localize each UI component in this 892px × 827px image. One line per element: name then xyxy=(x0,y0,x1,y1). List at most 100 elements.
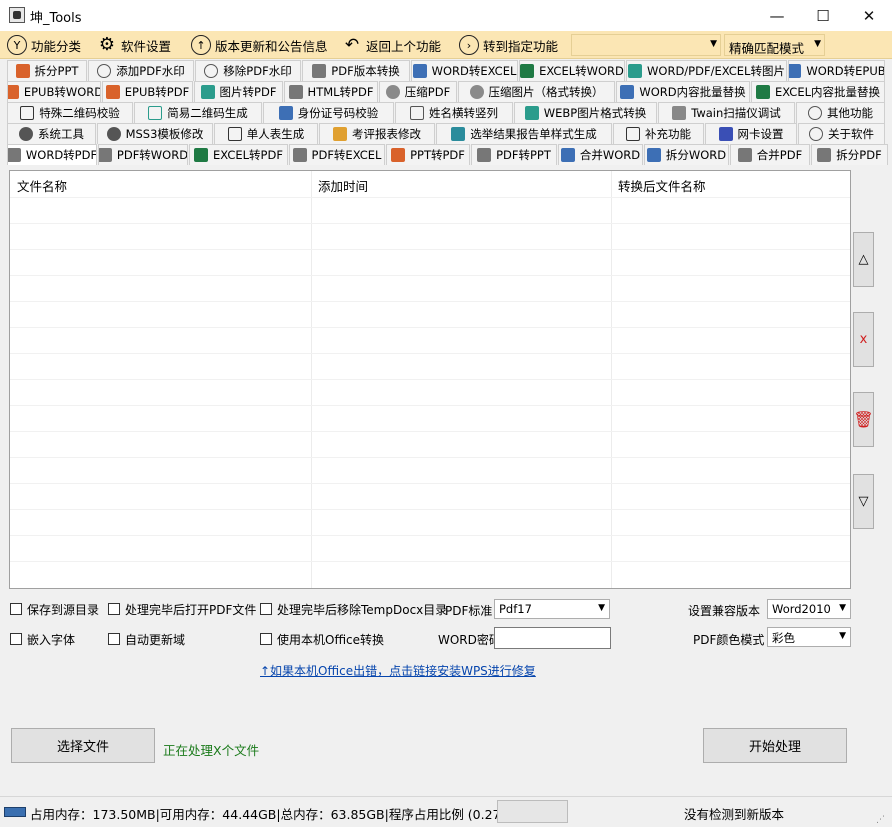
embed-fonts-checkbox[interactable]: 嵌入字体 xyxy=(10,631,75,647)
tab-name-horizontal-to-vertical[interactable]: 姓名横转竖列 xyxy=(395,102,513,123)
save-to-source-checkbox[interactable]: 保存到源目录 xyxy=(10,601,99,617)
tab-evaluation-report-edit[interactable]: 考评报表修改 xyxy=(319,123,435,144)
tab-about-software[interactable]: 关于软件 xyxy=(798,123,885,144)
tab-word-to-epub[interactable]: WORD转EPUB xyxy=(788,60,885,81)
ppt-icon xyxy=(15,64,30,78)
word-icon xyxy=(560,148,575,162)
tab-pdf-to-ppt[interactable]: PDF转PPT xyxy=(471,144,557,165)
move-down-button[interactable]: ▽ xyxy=(853,474,874,529)
tab-compress-pdf[interactable]: 压缩PDF xyxy=(379,81,457,102)
maximize-button[interactable]: ☐ xyxy=(800,0,846,31)
tab-row-1: 拆分PPT 添加PDF水印 移除PDF水印 PDF版本转换 WORD转EXCEL… xyxy=(0,60,892,81)
pdf-standard-label: PDF标准 xyxy=(445,604,493,618)
function-search-combo[interactable]: ▼ xyxy=(571,34,721,56)
tab-pdf-to-excel[interactable]: PDF转EXCEL xyxy=(289,144,385,165)
version-update-button[interactable]: ↑ 版本更新和公告信息 xyxy=(191,31,328,59)
software-settings-button[interactable]: ⚙ 软件设置 xyxy=(97,31,171,59)
file-list-grid[interactable]: 文件名称 添加时间 转换后文件名称 xyxy=(9,170,851,589)
chevron-down-icon: ▼ xyxy=(814,39,821,49)
tab-row-3: 特殊二维码校验 简易二维码生成 身份证号码校验 姓名横转竖列 WEBP图片格式转… xyxy=(0,102,892,123)
tab-ppt-to-pdf[interactable]: PPT转PDF xyxy=(386,144,470,165)
tab-special-qrcode-verify[interactable]: 特殊二维码校验 xyxy=(7,102,133,123)
open-after-checkbox[interactable]: 处理完毕后打开PDF文件 xyxy=(108,601,256,617)
clear-list-button[interactable]: 🗑 xyxy=(853,392,874,447)
image-icon xyxy=(200,85,215,99)
column-header-converted-name[interactable]: 转换后文件名称 xyxy=(611,171,851,197)
tab-other-functions[interactable]: 其他功能 xyxy=(796,102,885,123)
tab-pdf-version-convert[interactable]: PDF版本转换 xyxy=(302,60,410,81)
tab-remove-pdf-watermark[interactable]: 移除PDF水印 xyxy=(195,60,301,81)
network-icon xyxy=(718,127,733,141)
watermark-icon xyxy=(97,64,112,78)
column-header-added-time[interactable]: 添加时间 xyxy=(311,171,611,197)
tab-epub-to-pdf[interactable]: EPUB转PDF xyxy=(102,81,193,102)
update-status-text: 没有检测到新版本 xyxy=(684,807,785,822)
wps-repair-link[interactable]: ↑如果本机Office出错，点击链接安装WPS进行修复 xyxy=(260,662,536,679)
compress-icon xyxy=(385,85,400,99)
column-header-file-name[interactable]: 文件名称 xyxy=(10,171,311,197)
tab-mss3-template-edit[interactable]: MSS3模板修改 xyxy=(97,123,213,144)
compress-icon xyxy=(469,85,484,99)
tab-id-number-verify[interactable]: 身份证号码校验 xyxy=(263,102,394,123)
close-button[interactable]: ✕ xyxy=(846,0,892,31)
tab-word-pdf-excel-to-image[interactable]: WORD/PDF/EXCEL转图片 xyxy=(626,60,787,81)
function-category-label: 功能分类 xyxy=(31,38,82,54)
move-up-button[interactable]: △ xyxy=(853,232,874,287)
excel-icon xyxy=(194,148,209,162)
tab-epub-to-word[interactable]: EPUB转WORD xyxy=(7,81,101,102)
use-local-office-checkbox[interactable]: 使用本机Office转换 xyxy=(260,631,384,647)
match-mode-combo[interactable]: 精确匹配模式 ▼ xyxy=(724,34,825,56)
goto-function-label: 转到指定功能 xyxy=(483,38,559,54)
tab-merge-pdf[interactable]: 合并PDF xyxy=(730,144,810,165)
tab-pdf-to-word[interactable]: PDF转WORD xyxy=(98,144,188,165)
gear-icon xyxy=(106,127,121,141)
remove-item-button[interactable]: x xyxy=(853,312,874,367)
compat-version-select[interactable]: Word2010 ▼ xyxy=(767,599,851,619)
pdf-color-mode-select[interactable]: 彩色 ▼ xyxy=(767,627,851,647)
tab-twain-scanner-debug[interactable]: Twain扫描仪调试 xyxy=(658,102,795,123)
tab-webp-convert[interactable]: WEBP图片格式转换 xyxy=(514,102,657,123)
tab-single-person-table[interactable]: 单人表生成 xyxy=(214,123,318,144)
tab-split-word[interactable]: 拆分WORD xyxy=(644,144,729,165)
tab-html-to-pdf[interactable]: HTML转PDF xyxy=(284,81,378,102)
tab-row-2: EPUB转WORD EPUB转PDF 图片转PDF HTML转PDF 压缩PDF… xyxy=(0,81,892,102)
remove-temp-checkbox[interactable]: 处理完毕后移除TempDocx目录 xyxy=(260,601,447,617)
tab-split-pdf[interactable]: 拆分PDF xyxy=(811,144,888,165)
function-category-button[interactable]: Y 功能分类 xyxy=(7,31,81,59)
resize-grip-icon[interactable]: ⋰ xyxy=(876,815,885,825)
tab-compress-image[interactable]: 压缩图片（格式转换） xyxy=(458,81,615,102)
tab-excel-to-word[interactable]: EXCEL转WORD xyxy=(519,60,625,81)
excel-icon xyxy=(755,85,770,99)
epub-icon xyxy=(8,85,19,99)
memory-usage-text: 占用内存：173.50MB|可用内存：44.44GB|总内存：63.85GB|程… xyxy=(30,807,518,822)
funnel-icon: Y xyxy=(7,35,27,55)
tab-excel-batch-replace[interactable]: EXCEL内容批量替换 xyxy=(751,81,885,102)
tab-simple-qrcode-generate[interactable]: 简易二维码生成 xyxy=(134,102,262,123)
word-password-input[interactable] xyxy=(494,627,611,649)
tab-election-report-style[interactable]: 选举结果报告单样式生成 xyxy=(436,123,612,144)
pdf-standard-select[interactable]: Pdf17 ▼ xyxy=(494,599,610,619)
minimize-button[interactable]: — xyxy=(754,0,800,31)
word-icon xyxy=(620,85,635,99)
tab-image-to-pdf[interactable]: 图片转PDF xyxy=(194,81,283,102)
tab-system-tools[interactable]: 系统工具 xyxy=(7,123,96,144)
tab-excel-to-pdf[interactable]: EXCEL转PDF xyxy=(189,144,288,165)
chevron-down-icon: ▼ xyxy=(839,631,846,641)
tab-word-to-excel[interactable]: WORD转EXCEL xyxy=(411,60,518,81)
select-files-button[interactable]: 选择文件 xyxy=(11,728,155,763)
tab-network-card-settings[interactable]: 网卡设置 xyxy=(705,123,797,144)
tab-word-batch-replace[interactable]: WORD内容批量替换 xyxy=(616,81,750,102)
start-processing-button[interactable]: 开始处理 xyxy=(703,728,847,763)
tab-supplementary-functions[interactable]: 补充功能 xyxy=(613,123,704,144)
tab-word-to-pdf[interactable]: WORD转PDF xyxy=(7,144,97,165)
chevron-down-icon: ▼ xyxy=(839,603,846,613)
tab-split-ppt[interactable]: 拆分PPT xyxy=(7,60,87,81)
image-icon xyxy=(524,106,539,120)
goto-function-button[interactable]: › 转到指定功能 xyxy=(459,31,558,59)
auto-update-fields-checkbox[interactable]: 自动更新域 xyxy=(108,631,185,647)
version-update-label: 版本更新和公告信息 xyxy=(215,38,328,54)
tab-add-pdf-watermark[interactable]: 添加PDF水印 xyxy=(88,60,194,81)
word-password-label: WORD密码 xyxy=(438,633,501,647)
back-button[interactable]: ↶ 返回上个功能 xyxy=(342,31,441,59)
tab-merge-word[interactable]: 合并WORD xyxy=(558,144,643,165)
